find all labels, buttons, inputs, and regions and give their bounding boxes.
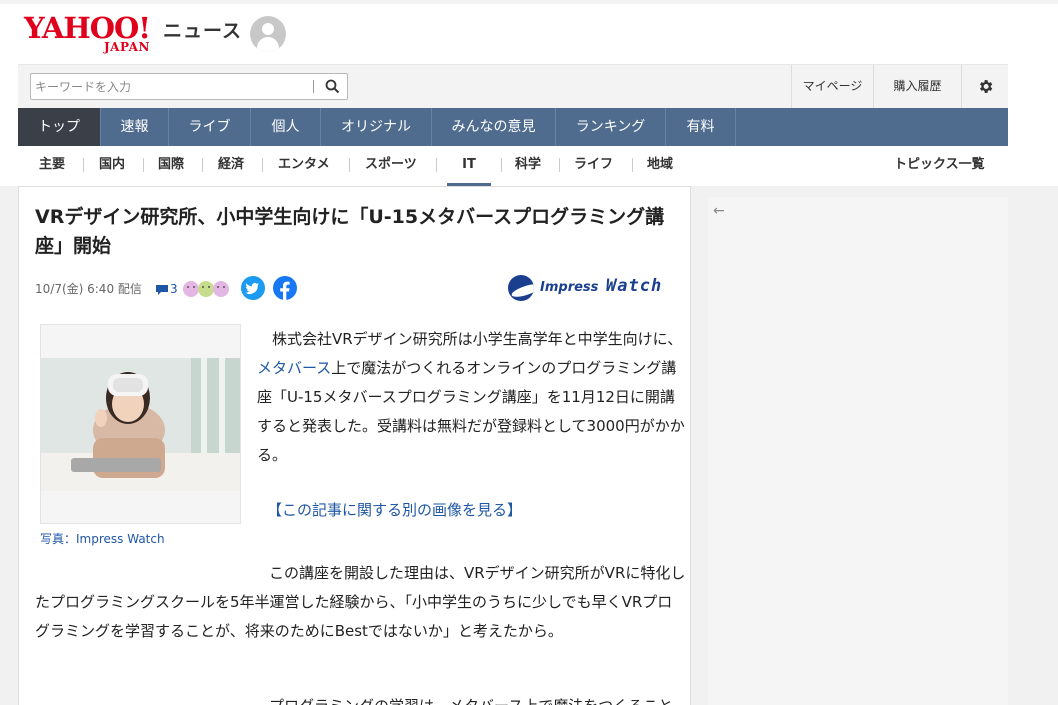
- category-international[interactable]: 国際: [158, 146, 184, 186]
- facebook-share-button[interactable]: [273, 276, 297, 300]
- avatar-head: [262, 23, 274, 35]
- article-paragraph-1: 株式会社VRデザイン研究所は小学生高学年と中学生向けに、メタバース上で魔法がつく…: [257, 325, 685, 470]
- article-paragraph-2: この講座を開設した理由は、VRデザイン研究所がVRに特化したプログラミングスクー…: [35, 564, 686, 640]
- reaction-face-icon[interactable]: [183, 281, 199, 297]
- facebook-icon: [280, 281, 290, 300]
- category-science[interactable]: 科学: [515, 146, 541, 186]
- back-arrow-icon[interactable]: ←: [713, 203, 725, 219]
- main-nav-opinions[interactable]: みんなの意見: [432, 108, 556, 146]
- category-life[interactable]: ライフ: [574, 146, 613, 186]
- category-economy[interactable]: 経済: [218, 146, 244, 186]
- search-icon: [325, 79, 340, 94]
- category-entertainment[interactable]: エンタメ: [278, 146, 330, 186]
- publisher-logo-text-2: Watch: [606, 276, 663, 296]
- main-nav-original[interactable]: オリジナル: [321, 108, 432, 146]
- search-box: [30, 73, 348, 100]
- publisher-logo-text: Impress: [540, 280, 599, 295]
- category-sports[interactable]: スポーツ: [365, 146, 417, 186]
- category-divider: [436, 158, 437, 172]
- category-divider: [559, 158, 560, 172]
- category-divider: [143, 158, 144, 172]
- site-header: YAHOO! JAPAN ニュース: [18, 4, 1008, 62]
- para1-text-before: 株式会社VRデザイン研究所は小学生高学年と中学生向けに、: [272, 330, 683, 348]
- publisher-logo[interactable]: Impress Watch: [506, 273, 676, 303]
- main-nav-individual[interactable]: 個人: [251, 108, 321, 146]
- sidebar: ←: [708, 197, 1008, 705]
- search-bar-row: マイページ 購入履歴: [18, 64, 1008, 108]
- topics-list-link[interactable]: トピックス一覧: [894, 146, 985, 186]
- article-paragraph-3: プログラミングの学習は、メタバース上で魔法をつくることで: [35, 692, 687, 705]
- reaction-face-icon[interactable]: [213, 281, 229, 297]
- reaction-face-icon[interactable]: [198, 281, 214, 297]
- article-title: VRデザイン研究所、小中学生向けに「U-15メタバースプログラミング講座」開始: [35, 206, 665, 257]
- category-domestic[interactable]: 国内: [99, 146, 125, 186]
- comment-count[interactable]: 3: [170, 279, 178, 299]
- avatar-body: [257, 37, 279, 52]
- twitter-icon: [245, 282, 259, 294]
- twitter-share-button[interactable]: [241, 276, 265, 300]
- category-region[interactable]: 地域: [647, 146, 673, 186]
- logo-sub-text: JAPAN: [104, 40, 150, 54]
- category-divider: [83, 158, 84, 172]
- article-image[interactable]: [40, 324, 241, 524]
- search-input[interactable]: [35, 76, 307, 97]
- category-divider: [501, 158, 502, 172]
- main-nav-top[interactable]: トップ: [18, 108, 101, 146]
- category-it[interactable]: IT: [447, 146, 491, 186]
- user-avatar-icon[interactable]: [250, 16, 286, 52]
- main-nav-live[interactable]: ライブ: [169, 108, 251, 146]
- mypage-link[interactable]: マイページ: [791, 65, 873, 108]
- category-divider: [202, 158, 203, 172]
- main-nav-ranking[interactable]: ランキング: [556, 108, 666, 146]
- vr-headset-photo: [41, 358, 240, 491]
- photo-caption[interactable]: 写真：Impress Watch: [40, 531, 165, 547]
- service-name[interactable]: ニュース: [163, 16, 242, 43]
- gear-icon: [980, 80, 993, 93]
- category-divider: [349, 158, 350, 172]
- search-button[interactable]: [321, 75, 345, 98]
- publisher-globe-icon: [508, 275, 534, 301]
- main-nav: トップ 速報 ライブ 個人 オリジナル みんなの意見 ランキング 有料: [18, 108, 1008, 146]
- category-main[interactable]: 主要: [39, 146, 65, 186]
- settings-button[interactable]: [961, 65, 1008, 108]
- article: VRデザイン研究所、小中学生向けに「U-15メタバースプログラミング講座」開始 …: [18, 186, 691, 705]
- main-nav-paid[interactable]: 有料: [666, 108, 736, 146]
- category-divider: [632, 158, 633, 172]
- metaverse-link[interactable]: メタバース: [257, 359, 331, 377]
- category-nav: 主要 国内 国際 経済 エンタメ スポーツ IT 科学 ライフ 地域 トピックス…: [18, 146, 1008, 186]
- article-date: 10/7(金) 6:40 配信: [35, 282, 142, 296]
- category-divider: [262, 158, 263, 172]
- more-images-link[interactable]: 【この記事に関する別の画像を見る】: [267, 498, 522, 522]
- yahoo-japan-logo[interactable]: YAHOO! JAPAN: [24, 12, 159, 58]
- main-nav-breaking[interactable]: 速報: [101, 108, 169, 146]
- purchase-history-link[interactable]: 購入履歴: [873, 65, 961, 108]
- comment-icon[interactable]: [155, 284, 169, 296]
- search-separator: [313, 80, 314, 93]
- page: YAHOO! JAPAN ニュース マイページ 購入履歴: [0, 0, 1058, 705]
